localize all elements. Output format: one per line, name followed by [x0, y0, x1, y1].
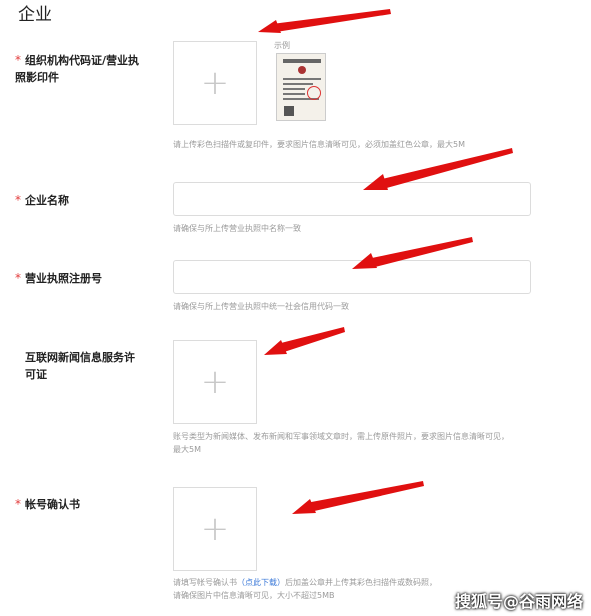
red-arrow-icon — [258, 9, 391, 33]
red-arrow-icon — [363, 148, 513, 190]
red-arrow-icon — [264, 327, 345, 355]
annotation-arrows — [258, 9, 513, 514]
red-arrow-icon — [292, 481, 424, 514]
red-arrow-icon — [352, 237, 473, 269]
watermark: 搜狐号@谷雨网络 — [454, 592, 583, 611]
